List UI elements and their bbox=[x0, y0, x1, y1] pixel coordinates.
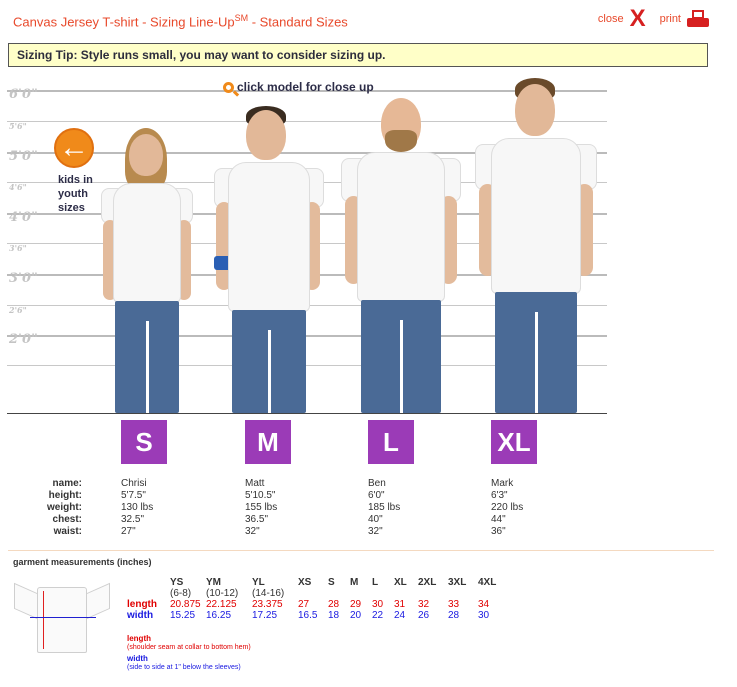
height-label-5ft6: 5'6" bbox=[9, 121, 27, 131]
arrow-left-icon[interactable]: ← bbox=[54, 128, 94, 168]
height-chart: 6'0" 5'6" 5'0" 4'6" 4'0" 3'6" 3'0" 2'6" … bbox=[7, 76, 607, 414]
width-row: width 15.25 16.25 17.25 16.5 18 20 22 24… bbox=[127, 610, 490, 621]
size-subheader-row: (6-8) (10-12) (14-16) bbox=[170, 588, 285, 599]
height-label-3ft: 3'0" bbox=[9, 271, 38, 286]
section-divider bbox=[8, 550, 714, 551]
width-line bbox=[30, 617, 96, 618]
print-link[interactable]: print bbox=[660, 13, 681, 25]
height-label-5ft: 5'0" bbox=[9, 149, 38, 164]
model-info-l: Ben 6'0" 185 lbs 40" 32" bbox=[368, 478, 401, 537]
model-m-matt[interactable] bbox=[210, 106, 328, 413]
size-badge-s: S bbox=[121, 420, 167, 464]
model-l-ben[interactable] bbox=[339, 96, 463, 413]
sizing-tip: Sizing Tip: Style runs small, you may wa… bbox=[8, 43, 708, 67]
height-label-2ft: 2'0" bbox=[9, 332, 38, 347]
model-info-s: Chrisi 5'7.5" 130 lbs 32.5" 27" bbox=[121, 478, 154, 537]
zoom-hint: click model for close up bbox=[223, 80, 374, 94]
size-badge-l: L bbox=[368, 420, 414, 464]
close-link[interactable]: close bbox=[598, 13, 624, 25]
model-info-labels: name: height: weight: chest: waist: bbox=[47, 478, 82, 537]
height-label-3ft6: 3'6" bbox=[9, 243, 27, 253]
height-label-2ft6: 2'6" bbox=[9, 305, 27, 315]
magnifier-icon bbox=[223, 81, 234, 93]
size-badge-m: M bbox=[245, 420, 291, 464]
kids-youth-label[interactable]: kids in youth sizes bbox=[58, 173, 108, 215]
floor-line bbox=[7, 413, 607, 414]
size-badge-xl: XL bbox=[491, 420, 537, 464]
tshirt-diagram bbox=[12, 582, 112, 653]
page-title: Canvas Jersey T-shirt - Sizing Line-UpSM… bbox=[13, 13, 348, 30]
kids-youth-link[interactable]: ← kids in youth sizes bbox=[54, 128, 108, 215]
model-xl-mark[interactable] bbox=[473, 78, 599, 413]
printer-icon[interactable] bbox=[687, 10, 709, 28]
garment-measurements-title: garment measurements (inches) bbox=[13, 557, 152, 567]
size-header-row: YS YM YL XS S M L XL 2XL 3XL 4XL bbox=[170, 577, 497, 588]
length-row: length 20.875 22.125 23.375 27 28 29 30 … bbox=[127, 599, 490, 610]
model-s-chrisi[interactable] bbox=[97, 128, 197, 413]
length-line bbox=[43, 591, 44, 649]
close-icon[interactable]: X bbox=[630, 7, 646, 31]
top-actions: close X print bbox=[598, 7, 709, 31]
model-info-xl: Mark 6'3" 220 lbs 44" 36" bbox=[491, 478, 524, 537]
garment-measurements-table: YS YM YL XS S M L XL 2XL 3XL 4XL (6-8) (… bbox=[127, 577, 508, 621]
height-label-6ft: 6'0" bbox=[9, 87, 38, 102]
measurement-legend: length (shoulder seam at collar to bottom… bbox=[127, 634, 251, 672]
height-label-4ft6: 4'6" bbox=[9, 182, 27, 192]
model-info-m: Matt 5'10.5" 155 lbs 36.5" 32" bbox=[245, 478, 278, 537]
height-label-4ft: 4'0" bbox=[9, 210, 38, 225]
